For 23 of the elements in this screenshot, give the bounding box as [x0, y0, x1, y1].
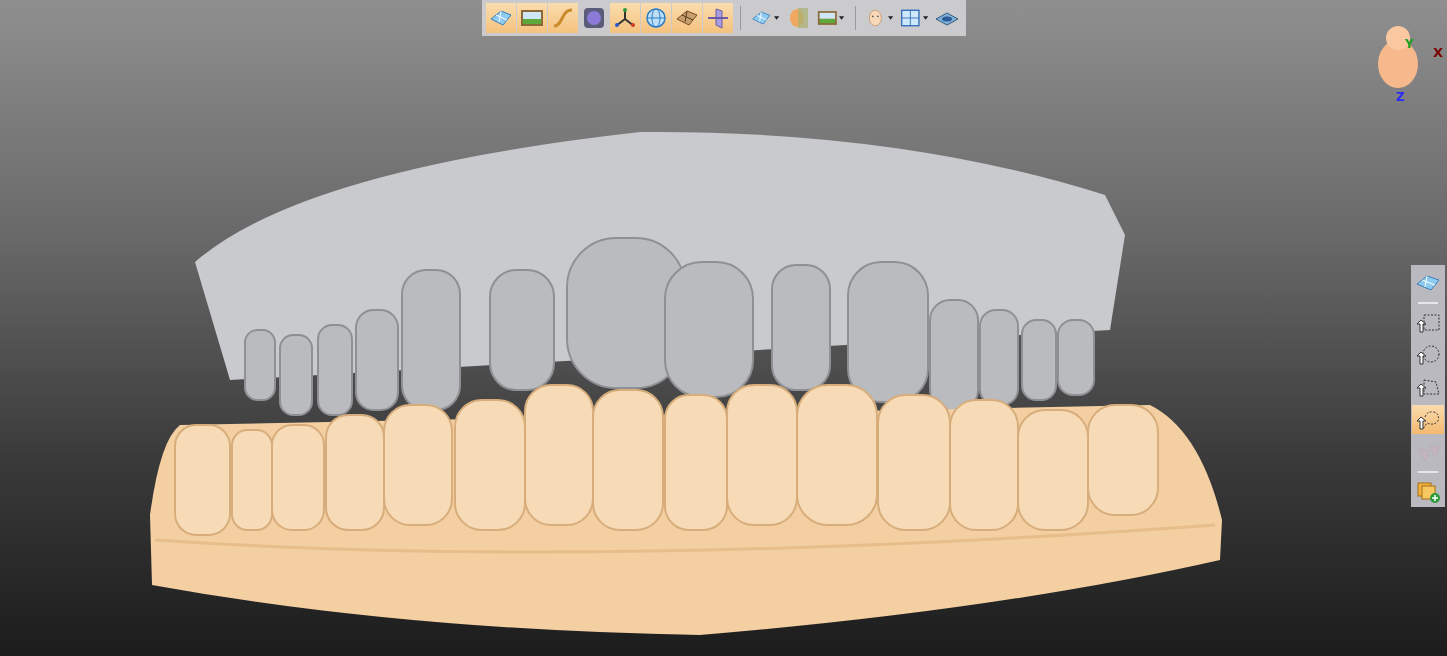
caret-icon [773, 16, 779, 20]
circle-select-icon [1415, 344, 1441, 367]
caret-icon [922, 16, 928, 20]
axis-label: X [1433, 46, 1444, 60]
axes-icon [613, 7, 637, 29]
toolbar-button[interactable] [672, 3, 702, 33]
caret-icon [888, 16, 894, 20]
head-orientation-icon [1375, 24, 1421, 90]
axis-label: Y [1405, 37, 1414, 51]
plane-icon [706, 7, 730, 29]
toolbar-button[interactable] [703, 3, 733, 33]
rectangle-select-icon [1415, 312, 1441, 335]
toolbar-button[interactable] [610, 3, 640, 33]
axis-label: Z [1396, 90, 1405, 104]
polygon-select-icon [1415, 376, 1441, 399]
window-layout-icon [900, 7, 921, 29]
globe-icon [644, 7, 668, 29]
caret-icon [839, 16, 845, 20]
add-layer-icon [1415, 481, 1441, 504]
lasso-select-icon [1415, 408, 1441, 431]
picture-frame-icon [520, 7, 544, 29]
curve-icon [551, 7, 575, 29]
select-tool-button[interactable] [1412, 405, 1444, 434]
